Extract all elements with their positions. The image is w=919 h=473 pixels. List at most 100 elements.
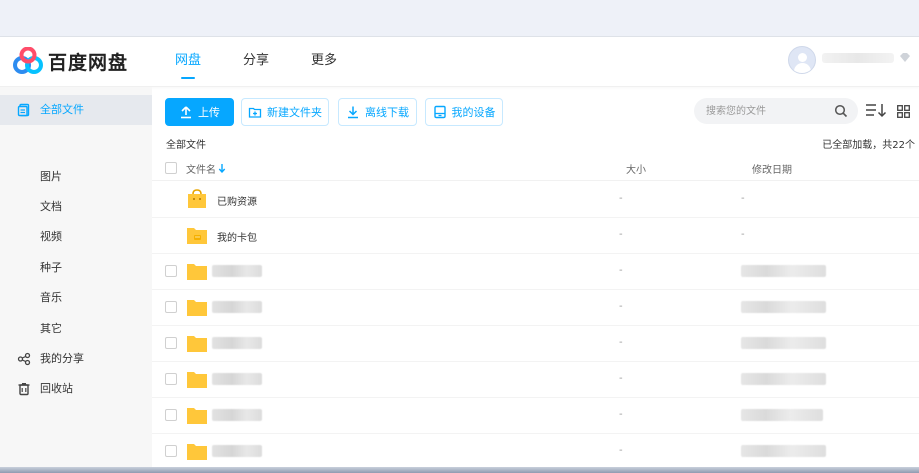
file-size: - (619, 193, 623, 204)
file-date-blurred (741, 337, 826, 349)
app-title: 百度网盘 (48, 51, 129, 74)
file-name-blurred[interactable] (212, 409, 262, 421)
table-row[interactable]: - (152, 254, 919, 290)
purchased-folder-icon (188, 189, 206, 208)
folder-icon (187, 408, 207, 424)
file-name-blurred[interactable] (212, 337, 262, 349)
sort-down-arrow-icon[interactable] (218, 163, 226, 173)
table-header: 文件名 大小 修改日期 (152, 153, 919, 181)
sidebar-item-label: 回收站 (40, 382, 73, 395)
sidebar-item-label: 图片 (40, 170, 62, 183)
sort-icon[interactable] (865, 102, 887, 118)
sidebar-item-all-files[interactable]: 全部文件 (0, 95, 152, 125)
new-folder-label: 新建文件夹 (267, 106, 322, 119)
sidebar-item-recycle-bin[interactable]: 回收站 (0, 374, 152, 404)
device-icon (433, 105, 446, 119)
my-devices-label: 我的设备 (451, 106, 496, 119)
app-logo[interactable]: 百度网盘 (12, 47, 128, 75)
table-row[interactable]: - (152, 434, 919, 470)
search-icon[interactable] (834, 104, 848, 118)
my-devices-button[interactable]: 我的设备 (425, 98, 503, 126)
nav-share[interactable]: 分享 (243, 37, 269, 87)
column-date-header[interactable]: 修改日期 (752, 161, 792, 176)
file-size: - (619, 373, 623, 384)
file-name[interactable]: 我的卡包 (217, 229, 257, 244)
file-name-blurred[interactable] (212, 373, 262, 385)
nav-more[interactable]: 更多 (311, 37, 337, 87)
sidebar-item-label: 视频 (40, 230, 62, 243)
folder-icon (187, 372, 207, 388)
row-checkbox[interactable] (165, 445, 177, 457)
card-folder-icon (187, 228, 207, 244)
file-date: - (741, 193, 745, 204)
row-checkbox[interactable] (165, 337, 177, 349)
table-row[interactable]: - (152, 326, 919, 362)
sidebar-item-other[interactable]: 其它 (0, 314, 152, 344)
table-row[interactable]: - (152, 362, 919, 398)
select-all-checkbox[interactable] (165, 162, 177, 174)
row-checkbox[interactable] (165, 301, 177, 313)
sidebar-item-label: 全部文件 (40, 103, 84, 116)
file-size: - (619, 229, 623, 240)
folder-icon (187, 264, 207, 280)
sidebar-item-label: 其它 (40, 322, 62, 335)
file-size: - (619, 265, 623, 276)
diamond-caret-icon[interactable] (898, 51, 912, 65)
file-name[interactable]: 已购资源 (217, 193, 257, 208)
file-name-blurred[interactable] (212, 445, 262, 457)
sidebar-item-videos[interactable]: 视频 (0, 222, 152, 252)
table-row[interactable]: 我的卡包 - - (152, 218, 919, 254)
file-date-blurred (741, 409, 823, 421)
baidu-cloud-logo-icon (13, 47, 43, 74)
load-status-text: 已全部加载，共22个 (822, 140, 915, 151)
folder-icon (187, 336, 207, 352)
table-row[interactable]: - (152, 290, 919, 326)
file-date-blurred (741, 373, 826, 385)
row-checkbox[interactable] (165, 373, 177, 385)
table-row[interactable]: 已购资源 - - (152, 182, 919, 218)
file-list-icon (17, 103, 30, 117)
sidebar: 全部文件 图片 文档 视频 种子 音乐 其它 我的分享 回收站 (0, 87, 152, 470)
sidebar-item-music[interactable]: 音乐 (0, 283, 152, 313)
sidebar-item-label: 文档 (40, 200, 62, 213)
column-name-header[interactable]: 文件名 (186, 161, 216, 176)
file-date: - (741, 229, 745, 240)
top-header: 百度网盘 网盘 分享 更多 (0, 37, 919, 87)
row-checkbox[interactable] (165, 265, 177, 277)
offline-download-button[interactable]: 离线下载 (338, 98, 417, 126)
offline-download-label: 离线下载 (365, 106, 409, 119)
main-nav: 网盘 分享 更多 (175, 37, 379, 87)
file-name-blurred[interactable] (212, 265, 262, 277)
breadcrumb: 全部文件 (166, 140, 206, 151)
file-size: - (619, 409, 623, 420)
avatar-body (794, 63, 811, 73)
nav-netdisk[interactable]: 网盘 (175, 37, 201, 87)
download-icon (348, 106, 358, 119)
user-avatar-icon[interactable] (788, 46, 816, 74)
sidebar-item-label: 音乐 (40, 291, 62, 304)
column-size-header[interactable]: 大小 (626, 161, 646, 176)
sidebar-item-torrents[interactable]: 种子 (0, 253, 152, 283)
username-blurred[interactable] (822, 53, 894, 63)
file-name-blurred[interactable] (212, 301, 262, 313)
desktop-top-strip (0, 0, 919, 36)
sidebar-item-documents[interactable]: 文档 (0, 192, 152, 222)
file-date-blurred (741, 301, 826, 313)
sidebar-item-label: 我的分享 (40, 352, 84, 365)
folder-icon (187, 300, 207, 316)
new-folder-button[interactable]: 新建文件夹 (241, 98, 329, 126)
sidebar-item-label: 种子 (40, 261, 62, 274)
sidebar-item-my-shares[interactable]: 我的分享 (0, 344, 152, 374)
file-size: - (619, 337, 623, 348)
avatar-head (798, 53, 807, 62)
new-folder-icon (248, 107, 262, 118)
upload-button[interactable]: 上传 (165, 98, 234, 126)
upload-icon (181, 106, 191, 119)
row-checkbox[interactable] (165, 409, 177, 421)
upload-label: 上传 (198, 106, 220, 119)
file-date-blurred (741, 445, 826, 457)
table-row[interactable]: - (152, 398, 919, 434)
folder-icon (187, 444, 207, 460)
sidebar-item-images[interactable]: 图片 (0, 162, 152, 192)
grid-view-icon[interactable] (897, 105, 910, 118)
